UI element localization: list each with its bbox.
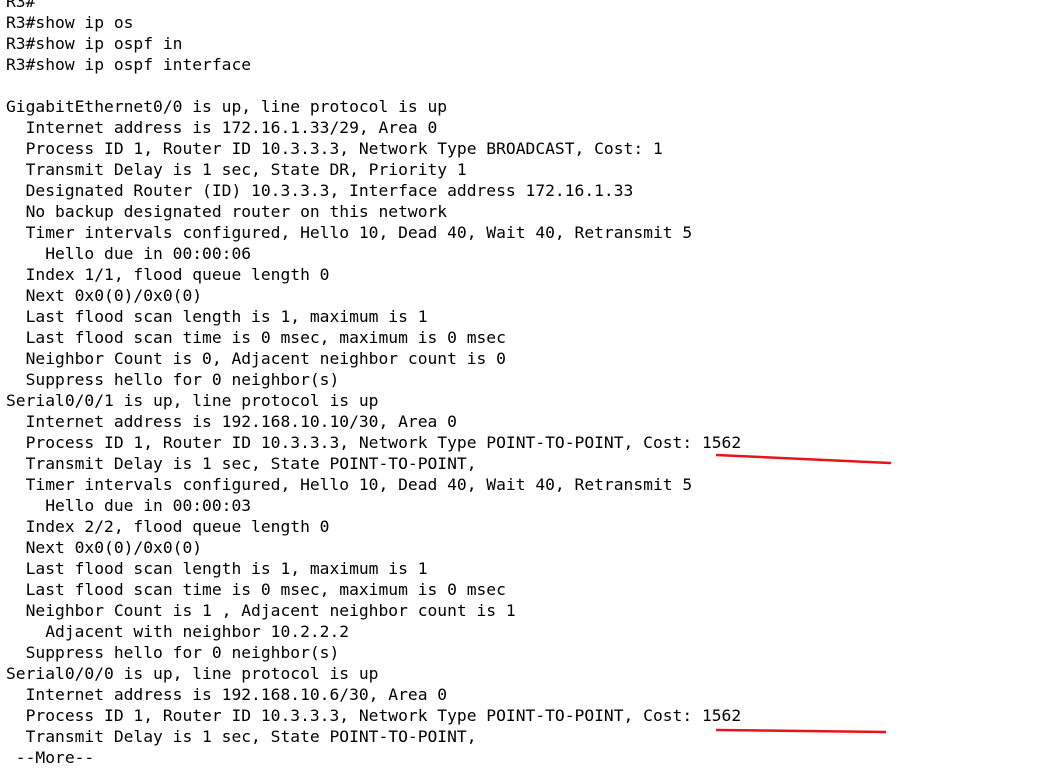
cost-line: Process ID 1, Router ID 10.3.3.3, Networ… <box>6 706 742 725</box>
output-line: Timer intervals configured, Hello 10, De… <box>6 475 693 494</box>
output-line: Last flood scan time is 0 msec, maximum … <box>6 328 506 347</box>
output-line: Next 0x0(0)/0x0(0) <box>6 538 203 557</box>
terminal-output[interactable]: R3# R3#show ip os R3#show ip ospf in R3#… <box>0 0 1063 771</box>
output-line: Process ID 1, Router ID 10.3.3.3, Networ… <box>6 139 663 158</box>
output-line: Last flood scan time is 0 msec, maximum … <box>6 580 506 599</box>
interface-header: Serial0/0/1 is up, line protocol is up <box>6 391 379 410</box>
output-line: Hello due in 00:00:03 <box>6 496 252 515</box>
command-line: R3#show ip ospf interface <box>6 55 252 74</box>
output-line: Last flood scan length is 1, maximum is … <box>6 307 428 326</box>
output-line: Internet address is 172.16.1.33/29, Area… <box>6 118 438 137</box>
output-line: Last flood scan length is 1, maximum is … <box>6 559 428 578</box>
output-line: Transmit Delay is 1 sec, State POINT-TO-… <box>6 727 477 746</box>
output-line: Index 2/2, flood queue length 0 <box>6 517 330 536</box>
output-line: Transmit Delay is 1 sec, State DR, Prior… <box>6 160 467 179</box>
output-line: Internet address is 192.168.10.10/30, Ar… <box>6 412 457 431</box>
output-line: Transmit Delay is 1 sec, State POINT-TO-… <box>6 454 477 473</box>
output-line: Hello due in 00:00:06 <box>6 244 252 263</box>
output-line: Internet address is 192.168.10.6/30, Are… <box>6 685 448 704</box>
output-line: Adjacent with neighbor 10.2.2.2 <box>6 622 350 641</box>
output-line: Index 1/1, flood queue length 0 <box>6 265 330 284</box>
output-line: Next 0x0(0)/0x0(0) <box>6 286 203 305</box>
cost-line: Process ID 1, Router ID 10.3.3.3, Networ… <box>6 433 742 452</box>
output-line: No backup designated router on this netw… <box>6 202 448 221</box>
output-line: Neighbor Count is 1 , Adjacent neighbor … <box>6 601 516 620</box>
output-line: Timer intervals configured, Hello 10, De… <box>6 223 693 242</box>
interface-header: GigabitEthernet0/0 is up, line protocol … <box>6 97 448 116</box>
output-line: Suppress hello for 0 neighbor(s) <box>6 370 340 389</box>
output-line: Suppress hello for 0 neighbor(s) <box>6 643 340 662</box>
output-line: Neighbor Count is 0, Adjacent neighbor c… <box>6 349 506 368</box>
command-line: R3#show ip os <box>6 13 134 32</box>
output-line: Designated Router (ID) 10.3.3.3, Interfa… <box>6 181 634 200</box>
interface-header: Serial0/0/0 is up, line protocol is up <box>6 664 379 683</box>
command-line: R3#show ip ospf in <box>6 34 183 53</box>
more-prompt[interactable]: --More-- <box>6 747 94 768</box>
prompt-line: R3# <box>6 0 36 11</box>
